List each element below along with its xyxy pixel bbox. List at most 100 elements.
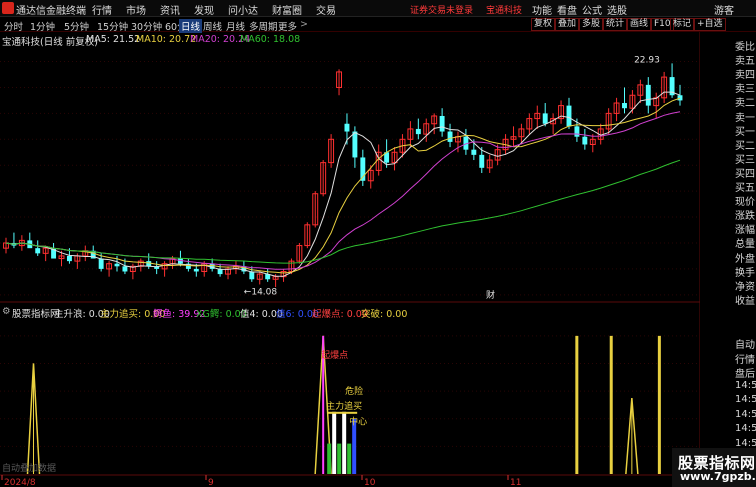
indicator-info-bar: ⚙ 股票指标网 主升浪: 0.00 主力追买: 0.00 鳄鱼: 39.92 X… xyxy=(0,306,700,320)
side-panel-label[interactable]: 14:5 xyxy=(735,380,756,391)
indicator-item: 突破: 0.00 xyxy=(361,309,408,320)
side-panel-label[interactable]: 自动 xyxy=(735,336,755,351)
mark-button[interactable]: 标记 xyxy=(670,18,695,31)
menu-item-wealth[interactable]: 财富圈 xyxy=(272,2,302,17)
side-panel-label[interactable]: 行情 xyxy=(735,351,755,366)
side-panel-label: 买一 xyxy=(735,126,755,138)
tab-period-day[interactable]: 日线 xyxy=(179,19,203,33)
indicator-column xyxy=(347,443,352,474)
candle-body xyxy=(146,261,152,267)
menu-item-formula[interactable]: 公式 xyxy=(582,2,602,17)
date-label: 10 xyxy=(364,478,376,487)
menu-item-discover[interactable]: 发现 xyxy=(194,2,214,17)
side-panel-label: 现价 xyxy=(735,197,755,209)
candle-body xyxy=(352,131,358,158)
add-watchlist-button[interactable]: +自选 xyxy=(694,18,726,31)
login-notice[interactable]: 证券交易未登录 xyxy=(410,3,473,16)
menu-item-market[interactable]: 市场 xyxy=(126,2,146,17)
ma10-label: MA10: 20.72 xyxy=(136,34,197,45)
menu-item-watch[interactable]: 看盘 xyxy=(557,2,577,17)
period-bar: 分时 1分钟 5分钟 15分钟 30分钟 60分钟 日线 周线 月线 多周期 更… xyxy=(0,17,756,33)
menu-item-function[interactable]: 功能 xyxy=(532,2,552,17)
side-panel-label: 买四 xyxy=(735,168,755,180)
ma5-label: MA5: 21.52 xyxy=(86,34,141,45)
side-panel-label: 买三 xyxy=(735,154,755,166)
tab-period-30min[interactable]: 30分钟 xyxy=(131,19,162,33)
side-panel-label: 涨跌 xyxy=(735,211,755,223)
quote-side-panel: 委比 卖五 卖四 卖三 卖二 卖一 买一 买二 买三 买四 买五 现价 涨跌 涨幅 总量 外盘 换手 净资 收益 自动… xyxy=(733,32,756,487)
app-title: 通达信金融终端 xyxy=(16,6,86,17)
indicator-annotation: 中心 xyxy=(349,415,367,427)
candle-body xyxy=(114,263,120,267)
guest-label[interactable]: 游客 xyxy=(714,2,734,17)
multi-stock-button[interactable]: 多股 xyxy=(579,18,604,31)
draw-line-button[interactable]: 画线 xyxy=(627,18,652,31)
menu-item-quotes[interactable]: 行情 xyxy=(92,2,112,17)
indicator-settings-icon[interactable]: ⚙ xyxy=(2,306,11,317)
candle-body xyxy=(415,128,421,135)
side-panel-label[interactable]: 盘后 xyxy=(735,365,755,380)
menu-item-news[interactable]: 资讯 xyxy=(160,2,180,17)
more-arrow-icon[interactable]: > xyxy=(300,19,308,30)
candle-body xyxy=(35,248,41,254)
tab-period-15min[interactable]: 15分钟 xyxy=(97,19,128,33)
menu-bar: 通达信金融终端 行情 市场 资讯 发现 问小达 财富圈 交易 证券交易未登录 宝… xyxy=(0,0,756,17)
side-panel-label[interactable]: 14:5 xyxy=(735,394,756,405)
candle-body xyxy=(66,255,72,262)
candle-body xyxy=(542,113,548,124)
indicator-column xyxy=(342,411,347,474)
side-panel-label: 卖二 xyxy=(735,98,755,110)
ma60-label: MA60: 18.08 xyxy=(240,34,301,45)
date-label: 11 xyxy=(510,478,521,487)
side-panel-label[interactable]: 14:5 xyxy=(735,438,756,449)
stock-title: 宝通科技(日线 前复权) xyxy=(2,37,98,48)
candle-body xyxy=(479,154,485,168)
side-panel-label[interactable]: 14:5 xyxy=(735,423,756,434)
candle-body xyxy=(249,271,255,280)
ma-line-ma60 xyxy=(5,159,681,264)
side-panel-label: 卖五 xyxy=(735,56,755,68)
kline-chart[interactable]: 23.0022.0021.0020.0019.0018.0017.0016.00… xyxy=(0,32,700,487)
overlay-button[interactable]: 叠加 xyxy=(555,18,580,31)
side-panel-label: 卖一 xyxy=(735,112,755,124)
candle-body xyxy=(98,258,104,269)
indicator-note: 自动叠加数据 xyxy=(2,462,56,474)
side-panel-label[interactable]: 14:5 xyxy=(735,409,756,420)
side-panel-label: 外盘 xyxy=(735,253,755,265)
date-label: 2024/8 xyxy=(4,478,36,487)
high-price-label: 22.93 xyxy=(634,55,660,65)
side-panel-label: 换手 xyxy=(735,267,755,279)
date-label: 9 xyxy=(208,478,214,487)
fuquan-button[interactable]: 复权 xyxy=(531,18,556,31)
tab-period-1min[interactable]: 1分钟 xyxy=(30,19,55,33)
candle-body xyxy=(566,105,572,127)
candle-body xyxy=(122,266,128,272)
menu-item-pick[interactable]: 选股 xyxy=(607,2,627,17)
side-panel-label: 卖四 xyxy=(735,70,755,82)
stats-button[interactable]: 统计 xyxy=(603,18,628,31)
side-panel-label: 收益 xyxy=(735,295,755,307)
tab-period-multi[interactable]: 多周期 xyxy=(249,19,278,33)
side-panel-label: 总量 xyxy=(735,239,755,251)
indicator-item: 起爆点: 0.00 xyxy=(312,309,368,320)
side-panel-label: 买五 xyxy=(735,183,755,194)
tab-period-week[interactable]: 周线 xyxy=(203,19,222,33)
side-panel-label: 委比 xyxy=(735,42,755,53)
indicator-annotation: 危险 xyxy=(345,385,363,397)
menu-item-trade[interactable]: 交易 xyxy=(316,2,336,17)
tab-period-more[interactable]: 更多 xyxy=(278,19,297,33)
candle-body xyxy=(439,115,445,132)
candle-body xyxy=(193,268,199,272)
ma-line-ma5 xyxy=(5,91,681,277)
indicator-column xyxy=(337,443,342,474)
candle-body xyxy=(471,149,477,155)
candle-body xyxy=(622,103,627,109)
indicator-annotation: 主力追买 xyxy=(326,400,362,412)
candle-body xyxy=(447,131,453,142)
tab-period-month[interactable]: 月线 xyxy=(226,19,245,33)
tab-period-5min[interactable]: 5分钟 xyxy=(64,19,89,33)
menu-item-ask[interactable]: 问小达 xyxy=(228,2,258,17)
tab-period-timeshare[interactable]: 分时 xyxy=(4,19,23,33)
indicator-name[interactable]: 股票指标网 xyxy=(12,306,60,320)
side-panel-label: 涨幅 xyxy=(735,225,755,237)
